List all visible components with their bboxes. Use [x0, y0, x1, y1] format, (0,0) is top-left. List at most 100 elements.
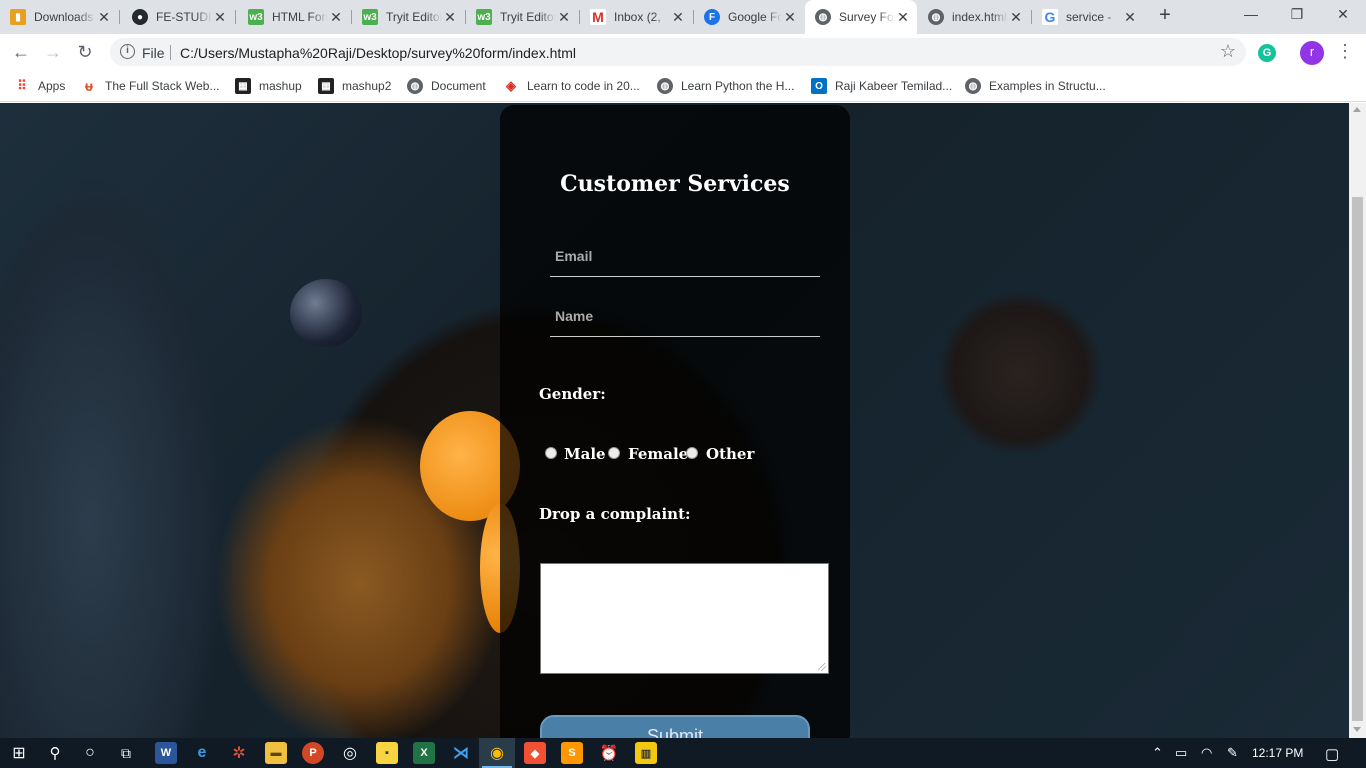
scroll-up-icon[interactable]	[1353, 107, 1361, 112]
bookmark-star-icon[interactable]: ☆	[1220, 41, 1236, 62]
email-field[interactable]: Email	[550, 243, 820, 277]
url-text[interactable]: C:/Users/Mustapha%20Raji/Desktop/survey%…	[180, 45, 576, 61]
back-arrow-icon[interactable]: ←	[9, 40, 33, 64]
forward-arrow-icon[interactable]: →	[41, 40, 65, 64]
resize-grip-icon[interactable]	[818, 663, 826, 671]
female-radio[interactable]	[608, 447, 620, 459]
google-favicon-icon: G	[1042, 9, 1058, 25]
close-tab-icon[interactable]: ✕	[442, 9, 458, 26]
browser-tab[interactable]: w3 Tryit Editor ✕	[352, 0, 464, 34]
blueberry-decoration	[290, 279, 362, 347]
page-scrollbar[interactable]	[1349, 103, 1366, 738]
sublime-icon[interactable]: S	[561, 742, 583, 764]
apps-grid-icon: ⠿	[17, 78, 27, 93]
close-tab-icon[interactable]: ✕	[328, 9, 344, 26]
powerpoint-icon[interactable]: P	[302, 742, 324, 764]
bookmark-item[interactable]: ◈ Learn to code in 20...	[503, 76, 640, 96]
system-clock[interactable]: 12:17 PM	[1252, 746, 1303, 760]
close-tab-icon[interactable]: ✕	[895, 9, 911, 26]
pen-icon[interactable]: ✎	[1227, 745, 1238, 761]
grammarly-extension-icon[interactable]: G	[1258, 44, 1276, 62]
edge-icon[interactable]: e	[191, 742, 213, 764]
sticky-notes-icon[interactable]: ▪	[376, 742, 398, 764]
close-tab-icon[interactable]: ✕	[782, 9, 798, 26]
address-bar[interactable]: i File C:/Users/Mustapha%20Raji/Desktop/…	[110, 38, 1246, 66]
browser-tab[interactable]: ● FE-STUDIO ✕	[122, 0, 234, 34]
search-icon[interactable]: ⚲	[44, 742, 66, 764]
new-tab-button[interactable]: +	[1154, 4, 1176, 26]
monitor-icon[interactable]: ▥	[635, 742, 657, 764]
browser-tab[interactable]: F Google Forms ✕	[694, 0, 804, 34]
browser-tab[interactable]: G service - ✕	[1032, 0, 1144, 34]
outlook-favicon-icon: O	[811, 78, 827, 94]
scroll-thumb[interactable]	[1352, 197, 1363, 721]
minimize-button[interactable]: —	[1228, 0, 1274, 30]
code-favicon-icon: ◈	[506, 78, 516, 93]
globe-favicon-icon: ◍	[657, 78, 673, 94]
bookmark-item[interactable]: ᵾ The Full Stack Web...	[81, 76, 220, 96]
tray-chevron-icon[interactable]: ⌃	[1152, 745, 1163, 761]
more-menu-icon[interactable]: ⋮	[1336, 40, 1354, 64]
reload-icon[interactable]: ↻	[73, 40, 97, 64]
alarm-icon[interactable]: ⏰	[598, 742, 620, 764]
w3-favicon-icon: w3	[476, 9, 492, 25]
form-title: Customer Services	[560, 171, 790, 197]
profile-avatar[interactable]: r	[1300, 41, 1324, 65]
chrome-icon[interactable]: ◉	[486, 742, 508, 764]
other-radio[interactable]	[686, 447, 698, 459]
complaint-label: Drop a complaint:	[539, 505, 691, 523]
complaint-textarea[interactable]	[540, 563, 829, 674]
chart-favicon-icon: ▮	[10, 9, 26, 25]
bookmark-item[interactable]: O Raji Kabeer Temilad...	[811, 76, 952, 96]
female-radio-label[interactable]: Female	[628, 445, 688, 463]
close-tab-icon[interactable]: ✕	[96, 9, 112, 26]
file-explorer-icon[interactable]: ▬	[265, 742, 287, 764]
info-icon[interactable]: i	[120, 44, 135, 59]
restore-button[interactable]: ❐	[1274, 0, 1320, 30]
mashup-favicon-icon: ▦	[235, 78, 251, 94]
close-tab-icon[interactable]: ✕	[556, 9, 572, 26]
w3-favicon-icon: w3	[248, 9, 264, 25]
male-radio[interactable]	[545, 447, 557, 459]
close-tab-icon[interactable]: ✕	[1122, 9, 1138, 26]
bookmark-item[interactable]: ◍ Document	[407, 76, 486, 96]
windows-start-icon[interactable]: ⊞	[8, 742, 30, 764]
bookmark-item[interactable]: ◍ Learn Python the H...	[657, 76, 794, 96]
browser-tab[interactable]: ▮ Downloads ✕	[0, 0, 118, 34]
vscode-icon[interactable]: ⋊	[450, 742, 472, 764]
browser-tab[interactable]: w3 HTML Forms ✕	[238, 0, 350, 34]
close-window-button[interactable]: ✕	[1320, 0, 1366, 30]
other-radio-label[interactable]: Other	[706, 445, 754, 463]
task-view-icon[interactable]: ⧉	[115, 742, 137, 764]
wifi-icon[interactable]: ◠	[1201, 745, 1212, 761]
close-tab-icon[interactable]: ✕	[1008, 9, 1024, 26]
bookmark-apps[interactable]: ⠿ Apps	[14, 76, 65, 96]
browser-tab[interactable]: w3 Tryit Editor ✕	[466, 0, 578, 34]
close-tab-icon[interactable]: ✕	[670, 9, 686, 26]
page-background: Customer Services Email Name Gender: Mal…	[0, 103, 1349, 738]
battery-icon[interactable]: ▭	[1175, 745, 1187, 761]
browser-tab-active[interactable]: ◍ Survey Form ✕	[805, 0, 917, 34]
notification-icon[interactable]: ▢	[1325, 745, 1339, 763]
scheme-label: File	[142, 45, 165, 61]
windows-taskbar: ⊞ ⚲ ○ ⧉ W e ✲ ▬ P ◎ ▪ X ⋊ ◉ ◆ S ⏰ ▥ ⌃ ▭ …	[0, 738, 1366, 768]
close-tab-icon[interactable]: ✕	[212, 9, 228, 26]
male-radio-label[interactable]: Male	[564, 445, 606, 463]
bookmarks-bar: ⠿ Apps ᵾ The Full Stack Web... ▦ mashup …	[0, 70, 1366, 102]
cortana-icon[interactable]: ○	[79, 742, 101, 764]
browser-tab[interactable]: ◍ index.html ✕	[918, 0, 1030, 34]
w3-favicon-icon: w3	[362, 9, 378, 25]
bookmark-item[interactable]: ◍ Examples in Structu...	[965, 76, 1106, 96]
media-icon[interactable]: ◎	[339, 742, 361, 764]
git-icon[interactable]: ◆	[524, 742, 546, 764]
name-field[interactable]: Name	[550, 303, 820, 337]
github-favicon-icon: ●	[132, 9, 148, 25]
submit-button[interactable]: Submit	[540, 715, 810, 738]
browser-tab[interactable]: M Inbox (2, ✕	[580, 0, 692, 34]
bookmark-item[interactable]: ▦ mashup	[235, 76, 302, 96]
bookmark-item[interactable]: ▦ mashup2	[318, 76, 391, 96]
settings-gear-icon[interactable]: ✲	[228, 742, 250, 764]
excel-icon[interactable]: X	[413, 742, 435, 764]
word-icon[interactable]: W	[155, 742, 177, 764]
scroll-down-icon[interactable]	[1353, 727, 1361, 732]
